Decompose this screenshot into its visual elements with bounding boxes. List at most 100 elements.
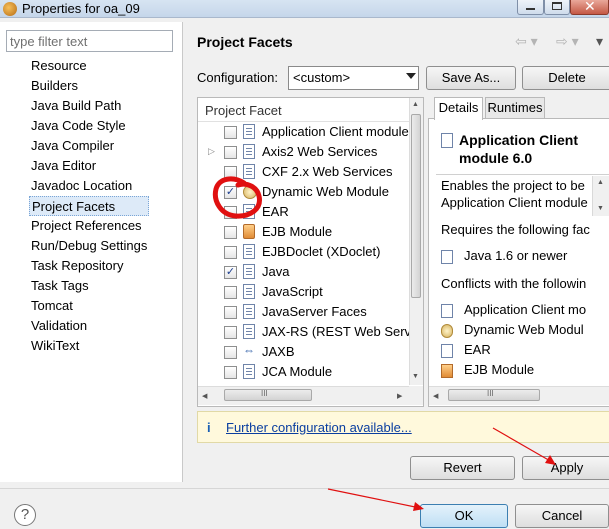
further-configuration-link[interactable]: Further configuration available... — [226, 420, 412, 435]
maximize-icon — [552, 2, 562, 10]
nav-item-resource[interactable]: Resource — [29, 56, 149, 76]
facet-row[interactable]: JavaScript — [198, 282, 409, 302]
scroll-left-icon[interactable]: ◀ — [433, 392, 438, 400]
nav-item-tomcat[interactable]: Tomcat — [29, 296, 149, 316]
nav-item-project-references[interactable]: Project References — [29, 216, 149, 236]
facet-checkbox[interactable] — [224, 166, 237, 179]
page-icon — [243, 264, 255, 279]
facet-label: JCA Module — [262, 364, 333, 379]
scroll-up-icon[interactable]: ▲ — [597, 179, 604, 186]
facet-row[interactable]: JCA Module — [198, 362, 409, 382]
facet-label: Dynamic Web Module — [262, 184, 389, 199]
facet-label: Java — [262, 264, 290, 279]
facet-scroll-thumb[interactable] — [411, 114, 421, 298]
requires-item-label: Java 1.6 or newer — [464, 248, 568, 263]
scroll-up-icon[interactable]: ▲ — [412, 101, 419, 108]
facet-row[interactable]: ✓ Dynamic Web Module — [198, 182, 409, 202]
help-icon[interactable]: ? — [14, 504, 36, 526]
nav-item-wikitext[interactable]: WikiText — [29, 336, 149, 356]
facet-checkbox[interactable] — [224, 326, 237, 339]
nav-item-javadoc-location[interactable]: Javadoc Location — [29, 176, 149, 196]
nav-item-task-tags[interactable]: Task Tags — [29, 276, 149, 296]
facet-column-header[interactable]: Project Facet — [205, 103, 282, 118]
facet-checkbox[interactable]: ✓ — [224, 186, 237, 199]
facet-row[interactable]: EAR — [198, 202, 409, 222]
configuration-select[interactable]: <custom> — [288, 66, 419, 90]
scroll-left-icon[interactable]: ◀ — [202, 392, 207, 400]
scroll-corner — [409, 386, 423, 405]
nav-item-java-compiler[interactable]: Java Compiler — [29, 136, 149, 156]
nav-item-validation[interactable]: Validation — [29, 316, 149, 336]
details-hscroll-thumb[interactable] — [448, 389, 540, 401]
configuration-label: Configuration: — [197, 70, 278, 85]
facet-checkbox[interactable] — [224, 286, 237, 299]
cancel-button[interactable]: Cancel — [515, 504, 609, 528]
scroll-right-icon[interactable]: ▶ — [397, 392, 402, 400]
facet-label: JavaScript — [262, 284, 323, 299]
facet-row[interactable]: EJBDoclet (XDoclet) — [198, 242, 409, 262]
properties-nav-list: Resource Builders Java Build Path Java C… — [29, 56, 150, 356]
page-icon — [243, 144, 255, 159]
facet-checkbox[interactable] — [224, 366, 237, 379]
facet-row[interactable]: Application Client module — [198, 122, 409, 142]
scroll-down-icon[interactable]: ▼ — [412, 373, 419, 380]
info-icon: i — [207, 420, 211, 435]
page-title: Project Facets — [197, 34, 293, 50]
nav-item-java-build-path[interactable]: Java Build Path — [29, 96, 149, 116]
page-icon — [243, 164, 255, 179]
forward-arrow-icon[interactable]: ⇨ ▾ — [556, 33, 579, 50]
revert-button[interactable]: Revert — [410, 456, 515, 480]
ok-button[interactable]: OK — [420, 504, 508, 528]
facet-row[interactable]: JAX-RS (REST Web Services) — [198, 322, 409, 342]
facet-label: Axis2 Web Services — [262, 144, 378, 159]
facet-checkbox[interactable] — [224, 206, 237, 219]
details-divider — [436, 174, 609, 175]
expand-arrow-icon[interactable]: ▷ — [208, 146, 215, 157]
nav-item-java-code-style[interactable]: Java Code Style — [29, 116, 149, 136]
facet-row[interactable]: ⇔ JAXB — [198, 342, 409, 362]
facet-row[interactable]: ✓ Java — [198, 262, 409, 282]
globe-icon — [441, 323, 453, 338]
facet-checkbox[interactable]: ✓ — [224, 266, 237, 279]
filter-input[interactable] — [6, 30, 173, 52]
tab-details[interactable]: Details — [434, 97, 483, 120]
page-icon — [243, 244, 255, 259]
description-line-2: Application Client module — [441, 195, 588, 210]
tab-runtimes[interactable]: Runtimes — [485, 97, 545, 119]
facet-checkbox[interactable] — [224, 306, 237, 319]
facet-row[interactable]: CXF 2.x Web Services — [198, 162, 409, 182]
page-icon — [243, 324, 255, 339]
facet-label: JAX-RS (REST Web Services) — [262, 324, 409, 339]
conflict-item: EAR — [441, 342, 609, 358]
conflict-item-label: Application Client mo — [464, 302, 587, 317]
conflict-item: Application Client mo — [441, 302, 609, 318]
page-icon — [243, 284, 255, 299]
facet-label: EAR — [262, 204, 289, 219]
nav-item-task-repository[interactable]: Task Repository — [29, 256, 149, 276]
page-icon — [243, 204, 255, 219]
window-title: Properties for oa_09 — [22, 1, 140, 16]
chevron-down-icon — [406, 73, 416, 79]
facet-checkbox[interactable] — [224, 246, 237, 259]
facet-checkbox[interactable] — [224, 226, 237, 239]
scroll-down-icon[interactable]: ▼ — [597, 205, 604, 212]
facet-row[interactable]: JavaServer Faces — [198, 302, 409, 322]
delete-button[interactable]: Delete — [522, 66, 609, 90]
back-arrow-icon[interactable]: ⇦ ▾ — [515, 33, 538, 50]
save-as-button[interactable]: Save As... — [426, 66, 516, 90]
nav-item-project-facets[interactable]: Project Facets — [29, 196, 150, 216]
facet-checkbox[interactable] — [224, 346, 237, 359]
facet-checkbox[interactable] — [224, 146, 237, 159]
view-menu-icon[interactable]: ▾ — [596, 33, 603, 50]
facet-hscroll-thumb[interactable] — [224, 389, 312, 401]
apply-button[interactable]: Apply — [522, 456, 609, 480]
bean-icon — [243, 224, 255, 239]
facet-label: CXF 2.x Web Services — [262, 164, 393, 179]
facet-row[interactable]: ▷ Axis2 Web Services — [198, 142, 409, 162]
page-icon — [243, 304, 255, 319]
nav-item-java-editor[interactable]: Java Editor — [29, 156, 149, 176]
nav-item-run-debug-settings[interactable]: Run/Debug Settings — [29, 236, 149, 256]
nav-item-builders[interactable]: Builders — [29, 76, 149, 96]
facet-row[interactable]: EJB Module — [198, 222, 409, 242]
facet-checkbox[interactable] — [224, 126, 237, 139]
